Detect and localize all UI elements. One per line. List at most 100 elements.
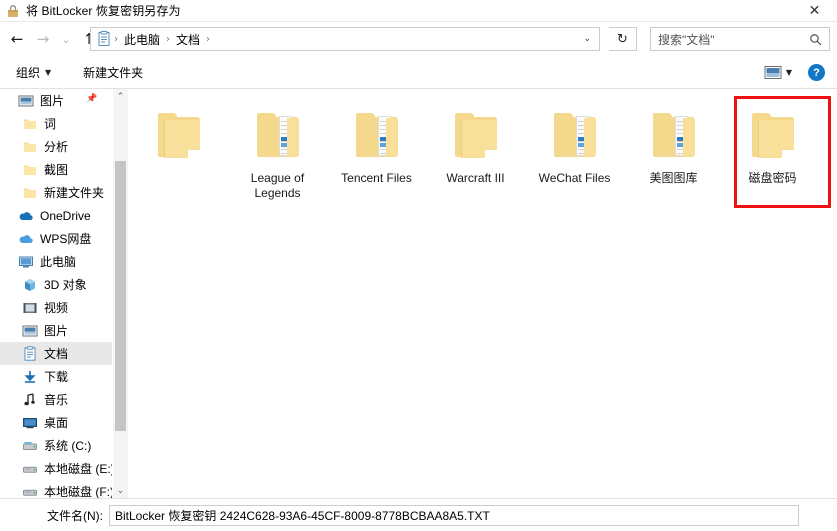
pictures-icon <box>18 93 34 109</box>
sidebar-item-17[interactable]: 本地磁盘 (F:) <box>0 480 112 499</box>
file-tile[interactable]: League of Legends <box>228 97 327 209</box>
system-drive-icon <box>22 438 38 454</box>
sidebar-scrollbar[interactable]: ⌃ ⌄ <box>113 89 128 499</box>
folder-with-documents-icon <box>546 111 604 163</box>
sidebar-item-2[interactable]: 分析 <box>0 135 112 158</box>
close-icon[interactable]: ✕ <box>792 0 837 21</box>
folder-with-documents-icon <box>348 111 406 163</box>
file-tile-label: WeChat Files <box>538 171 611 185</box>
wps-cloud-icon <box>18 231 34 247</box>
file-tile-label: 美图图库 <box>649 171 698 185</box>
search-input[interactable]: 搜索"文档" <box>658 31 715 48</box>
sidebar-item-label: 此电脑 <box>40 255 77 269</box>
forward-button[interactable]: → <box>30 26 56 52</box>
recent-locations-button[interactable]: ⌄ <box>56 26 76 52</box>
file-tile[interactable]: Warcraft III <box>426 97 525 209</box>
file-tile[interactable] <box>129 97 228 209</box>
documents-folder-icon <box>96 31 112 47</box>
sidebar-item-16[interactable]: 本地磁盘 (E:) <box>0 457 112 480</box>
folder-icon <box>447 111 505 163</box>
sidebar-item-15[interactable]: 系统 (C:) <box>0 434 112 457</box>
window-title: 将 BitLocker 恢复密钥另存为 <box>26 4 181 18</box>
sidebar-item-label: WPS网盘 <box>40 232 92 246</box>
folder-icon <box>744 111 802 163</box>
sidebar-item-1[interactable]: 词 <box>0 112 112 135</box>
sidebar-item-label: 本地磁盘 (F:) <box>44 485 112 499</box>
title-bar: 将 BitLocker 恢复密钥另存为 ✕ <box>0 0 837 21</box>
scroll-up-icon[interactable]: ⌃ <box>113 89 128 105</box>
breadcrumb-this-pc[interactable]: 此电脑 <box>120 31 164 48</box>
sidebar-item-6[interactable]: WPS网盘 <box>0 227 112 250</box>
sidebar-item-9[interactable]: 视频 <box>0 296 112 319</box>
local-drive-icon <box>22 484 38 500</box>
filename-label: 文件名(N): <box>47 508 103 523</box>
sidebar-item-label: 新建文件夹 <box>44 186 105 200</box>
file-tile[interactable]: 美图图库 <box>624 97 723 209</box>
new-folder-button[interactable]: 新建文件夹 <box>77 64 149 81</box>
filename-bar: 文件名(N): BitLocker 恢复密钥 2424C628-93A6-45C… <box>0 498 837 531</box>
sidebar-item-4[interactable]: 新建文件夹 <box>0 181 112 204</box>
local-drive-icon <box>22 461 38 477</box>
sidebar-item-5[interactable]: OneDrive <box>0 204 112 227</box>
sidebar-item-label: 词 <box>44 117 57 131</box>
sidebar-item-label: 3D 对象 <box>44 278 87 292</box>
sidebar-item-11[interactable]: 文档 <box>0 342 112 365</box>
organize-label: 组织 <box>16 66 41 80</box>
3d-objects-icon <box>22 277 38 293</box>
sidebar-item-label: 音乐 <box>44 393 69 407</box>
folder-icon <box>22 162 38 178</box>
folder-icon <box>150 111 208 163</box>
videos-icon <box>22 300 38 316</box>
sidebar-item-3[interactable]: 截图 <box>0 158 112 181</box>
breadcrumb-separator[interactable]: › <box>204 34 212 45</box>
desktop-icon <box>22 415 38 431</box>
sidebar-item-label: 图片 <box>40 94 65 108</box>
sidebar-item-label: 系统 (C:) <box>44 439 92 453</box>
back-button[interactable]: ← <box>4 26 30 52</box>
filename-field[interactable]: BitLocker 恢复密钥 2424C628-93A6-45CF-8009-8… <box>109 504 799 526</box>
folder-with-documents-icon <box>249 111 307 163</box>
help-icon[interactable]: ? <box>808 64 825 81</box>
onedrive-cloud-icon <box>18 208 34 224</box>
view-mode-icon[interactable] <box>764 65 782 80</box>
sidebar-item-label: 本地磁盘 (E:) <box>44 462 112 476</box>
downloads-icon <box>22 369 38 385</box>
file-tile[interactable]: 磁盘密码 <box>723 97 822 209</box>
file-tile-label: 磁盘密码 <box>748 171 797 185</box>
filename-input[interactable]: BitLocker 恢复密钥 2424C628-93A6-45CF-8009-8… <box>115 507 490 524</box>
file-tile[interactable]: WeChat Files <box>525 97 624 209</box>
search-icon <box>809 33 822 46</box>
sidebar-item-12[interactable]: 下载 <box>0 365 112 388</box>
sidebar-item-14[interactable]: 桌面 <box>0 411 112 434</box>
breadcrumb-separator: › <box>114 33 118 45</box>
sidebar-item-0[interactable]: 图片 📌 <box>0 89 112 112</box>
sidebar-item-13[interactable]: 音乐 <box>0 388 112 411</box>
this-pc-icon <box>18 254 34 270</box>
file-list-pane[interactable]: League of Legends Tencent Files Warcraft I… <box>129 89 837 499</box>
chevron-down-icon[interactable]: ⌄ <box>583 34 591 44</box>
refresh-button[interactable]: ↻ <box>609 27 637 51</box>
file-tile-label: League of Legends <box>250 171 305 200</box>
sidebar-item-8[interactable]: 3D 对象 <box>0 273 112 296</box>
sidebar-item-label: OneDrive <box>40 208 91 223</box>
scrollbar-thumb[interactable] <box>115 161 126 431</box>
scroll-down-icon[interactable]: ⌄ <box>113 483 128 499</box>
sidebar-item-10[interactable]: 图片 <box>0 319 112 342</box>
chevron-down-icon[interactable]: ▼ <box>786 68 792 77</box>
sidebar-item-label: 文档 <box>44 347 69 361</box>
music-icon <box>22 392 38 408</box>
address-bar[interactable]: › 此电脑 › 文档 › ⌄ <box>90 27 600 51</box>
sidebar-item-label: 桌面 <box>44 416 69 430</box>
file-tile[interactable]: Tencent Files <box>327 97 426 209</box>
pin-icon[interactable]: 📌 <box>86 94 97 106</box>
search-box[interactable]: 搜索"文档" <box>650 27 830 51</box>
sidebar-item-7[interactable]: 此电脑 <box>0 250 112 273</box>
breadcrumb-separator: › <box>166 33 171 45</box>
toolbar-right-group: ▼ ? <box>764 57 837 88</box>
breadcrumb-documents[interactable]: 文档 <box>172 31 204 48</box>
sidebar-item-label: 截图 <box>44 163 69 177</box>
file-tile-label: Warcraft III <box>446 171 505 185</box>
organize-button[interactable]: 组织 ▼ <box>10 64 57 81</box>
command-toolbar: 组织 ▼ 新建文件夹 ▼ ? <box>0 57 837 88</box>
navigation-pane[interactable]: 图片 📌 词分析 截图 新建文件夹 OneDrive WPS网盘 此电脑 3D 对象 视频 图片 文档… <box>0 89 112 499</box>
